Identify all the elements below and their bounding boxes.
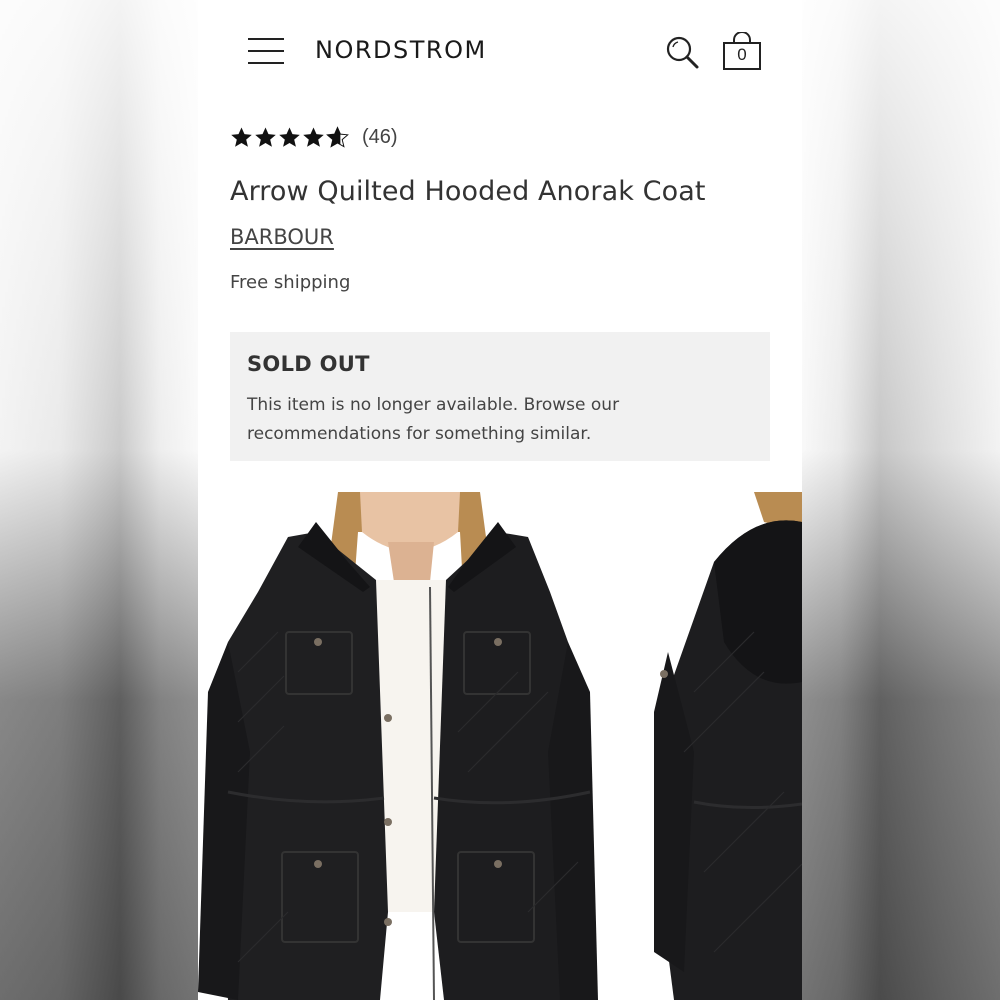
- mobile-page: NORDSTROM 0 (46) Arrow Quilted Hooded An…: [198, 0, 802, 1000]
- product-title: Arrow Quilted Hooded Anorak Coat: [230, 176, 706, 207]
- site-header: NORDSTROM 0: [198, 0, 802, 100]
- star-icon: [303, 126, 324, 147]
- nordstrom-logo[interactable]: NORDSTROM: [315, 36, 487, 64]
- shopping-bag-icon[interactable]: 0: [722, 32, 764, 72]
- star-icon: [231, 126, 252, 147]
- bag-count: 0: [737, 45, 747, 64]
- search-icon[interactable]: [664, 34, 702, 72]
- sold-out-title: SOLD OUT: [247, 352, 370, 376]
- review-count[interactable]: (46): [362, 126, 398, 149]
- brand-link[interactable]: BARBOUR: [230, 225, 334, 249]
- star-rating: [230, 125, 349, 149]
- product-image-front[interactable]: [198, 492, 650, 1000]
- sold-out-message: This item is no longer available. Browse…: [247, 395, 620, 444]
- half-star-icon: [326, 125, 349, 148]
- sold-out-notice: SOLD OUT This item is no longer availabl…: [230, 332, 770, 461]
- menu-icon[interactable]: [248, 36, 284, 64]
- product-image-back[interactable]: [654, 492, 802, 1000]
- background-blur-left: [0, 0, 198, 1000]
- shipping-info: Free shipping: [230, 272, 351, 293]
- product-rating[interactable]: (46): [230, 122, 398, 152]
- star-icon: [255, 126, 276, 147]
- background-blur-right: [802, 0, 1000, 1000]
- star-icon: [279, 126, 300, 147]
